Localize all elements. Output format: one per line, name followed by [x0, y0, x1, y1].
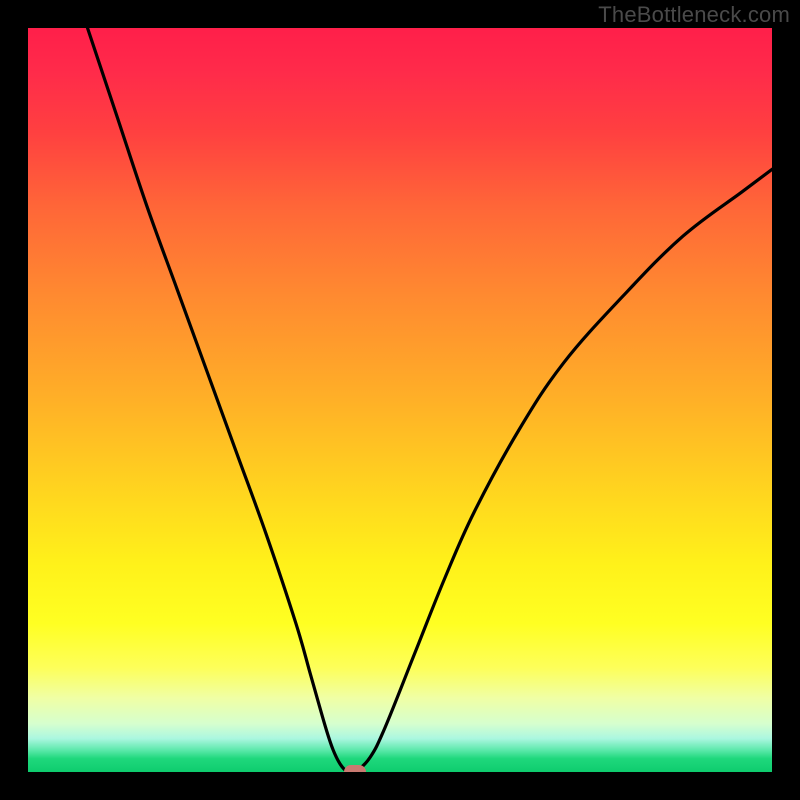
outer-frame: TheBottleneck.com — [0, 0, 800, 800]
watermark-text: TheBottleneck.com — [598, 2, 790, 28]
plot-area — [28, 28, 772, 772]
bottleneck-curve — [88, 28, 772, 772]
optimum-marker — [344, 765, 366, 772]
curve-svg — [28, 28, 772, 772]
